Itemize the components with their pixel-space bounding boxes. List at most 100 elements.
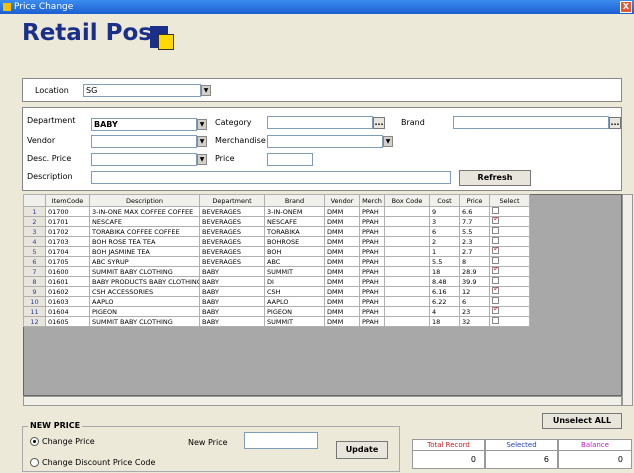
grid-cell-desc[interactable]: SUMMIT BABY CLOTHING <box>89 266 200 277</box>
select-checkbox[interactable] <box>492 287 500 294</box>
grid-cell-dept[interactable]: BEVERAGES <box>199 216 265 227</box>
grid-cell-brand[interactable]: PIGEON <box>264 306 325 317</box>
grid-cell-merch[interactable]: PPAH <box>359 246 385 257</box>
grid-cell-select[interactable] <box>489 276 530 287</box>
grid-cell-desc[interactable]: NESCAFE <box>89 216 200 227</box>
grid-cell-cost[interactable]: 9 <box>429 206 460 217</box>
grid-row[interactable]: 6 01705 ABC SYRUP BEVERAGES ABC DMM PPAH 5.5 8 <box>23 256 530 267</box>
grid-cell-dept[interactable]: BEVERAGES <box>199 256 265 267</box>
select-checkbox[interactable] <box>492 237 499 244</box>
grid-cell-dept[interactable]: BEVERAGES <box>199 206 265 217</box>
grid-cell-select[interactable] <box>489 296 530 307</box>
grid-cell-select[interactable] <box>489 226 530 237</box>
grid-cell-code[interactable]: 01602 <box>45 286 90 297</box>
grid-cell-select[interactable] <box>489 236 530 247</box>
grid-cell-desc[interactable]: TORABIKA COFFEE COFFEE <box>89 226 200 237</box>
grid-cell-vendor[interactable]: DMM <box>324 266 360 277</box>
grid-cell-cost[interactable]: 18 <box>429 266 460 277</box>
grid-cell-price[interactable]: 5.5 <box>459 226 490 237</box>
category-input[interactable] <box>267 116 373 129</box>
vendor-dropdown-icon[interactable]: ▼ <box>197 136 207 147</box>
grid-cell-code[interactable]: 01704 <box>45 246 90 257</box>
location-select[interactable]: SG <box>83 84 201 97</box>
grid-cell-dept[interactable]: BABY <box>199 296 265 307</box>
location-dropdown-icon[interactable]: ▼ <box>201 85 211 96</box>
grid-header-cell[interactable]: Brand <box>264 194 325 207</box>
grid-cell-dept[interactable]: BEVERAGES <box>199 246 265 257</box>
grid-row[interactable]: 2 01701 NESCAFE BEVERAGES NESCAFE DMM PPAH 3 7.7 <box>23 216 530 227</box>
select-checkbox[interactable] <box>492 317 499 324</box>
vendor-select[interactable] <box>91 135 197 148</box>
grid-cell-price[interactable]: 7.7 <box>459 216 490 227</box>
grid-cell-select[interactable] <box>489 256 530 267</box>
grid-cell-price[interactable]: 39.9 <box>459 276 490 287</box>
grid-cell-brand[interactable]: AAPLO <box>264 296 325 307</box>
grid-cell-vendor[interactable]: DMM <box>324 286 360 297</box>
grid-cell-select[interactable] <box>489 286 530 297</box>
grid-cell-brand[interactable]: ABC <box>264 256 325 267</box>
grid-header-cell[interactable]: Box Code <box>384 194 430 207</box>
grid-cell-dept[interactable]: BABY <box>199 276 265 287</box>
grid-cell-price[interactable]: 28.9 <box>459 266 490 277</box>
row-number[interactable]: 3 <box>23 226 46 237</box>
row-number[interactable]: 6 <box>23 256 46 267</box>
grid-cell-vendor[interactable]: DMM <box>324 316 360 327</box>
grid-cell-merch[interactable]: PPAH <box>359 216 385 227</box>
grid-cell-select[interactable] <box>489 246 530 257</box>
grid-cell-dept[interactable]: BABY <box>199 286 265 297</box>
grid-cell-desc[interactable]: 3-IN-ONE MAX COFFEE COFFEE <box>89 206 200 217</box>
grid-cell-vendor[interactable]: DMM <box>324 296 360 307</box>
unselect-all-button[interactable]: Unselect ALL <box>542 413 622 429</box>
grid-cell-merch[interactable]: PPAH <box>359 286 385 297</box>
row-number[interactable]: 9 <box>23 286 46 297</box>
change-discount-radio[interactable] <box>30 458 39 467</box>
description-input[interactable] <box>91 171 451 184</box>
grid-row[interactable]: 7 01600 SUMMIT BABY CLOTHING BABY SUMMIT DMM P… <box>23 266 530 277</box>
grid-cell-merch[interactable]: PPAH <box>359 236 385 247</box>
grid-cell-desc[interactable]: BOH JASMINE TEA <box>89 246 200 257</box>
grid-header-cell[interactable]: ItemCode <box>45 194 90 207</box>
grid-cell-cost[interactable]: 1 <box>429 246 460 257</box>
grid-cell-cost[interactable]: 8.48 <box>429 276 460 287</box>
grid-cell-box[interactable] <box>384 256 430 267</box>
grid-cell-vendor[interactable]: DMM <box>324 256 360 267</box>
grid-row[interactable]: 9 01602 CSH ACCESSORIES BABY CSH DMM PPAH 6.16 1… <box>23 286 530 297</box>
grid-cell-merch[interactable]: PPAH <box>359 256 385 267</box>
grid-cell-box[interactable] <box>384 216 430 227</box>
grid-row[interactable]: 12 01605 SUMMIT BABY CLOTHING BABY SUMMIT DMM… <box>23 316 530 327</box>
grid-cell-select[interactable] <box>489 306 530 317</box>
grid-cell-merch[interactable]: PPAH <box>359 226 385 237</box>
row-number[interactable]: 10 <box>23 296 46 307</box>
grid-cell-code[interactable]: 01702 <box>45 226 90 237</box>
grid-cell-code[interactable]: 01605 <box>45 316 90 327</box>
grid-row[interactable]: 1 01700 3-IN-ONE MAX COFFEE COFFEE BEVERAGE… <box>23 206 530 217</box>
desc-price-select[interactable] <box>91 153 197 166</box>
grid-row[interactable]: 3 01702 TORABIKA COFFEE COFFEE BEVERAGES TOR… <box>23 226 530 237</box>
grid-row[interactable]: 10 01603 AAPLO BABY AAPLO DMM PPAH 6.22 6 <box>23 296 530 307</box>
grid-cell-price[interactable]: 6 <box>459 296 490 307</box>
department-select[interactable]: BABY <box>91 118 197 131</box>
grid-cell-price[interactable]: 6.6 <box>459 206 490 217</box>
select-checkbox[interactable] <box>492 247 500 254</box>
grid-cell-vendor[interactable]: DMM <box>324 206 360 217</box>
grid-cell-dept[interactable]: BEVERAGES <box>199 226 265 237</box>
row-number[interactable]: 4 <box>23 236 46 247</box>
select-checkbox[interactable] <box>492 307 500 314</box>
update-button[interactable]: Update <box>336 441 388 459</box>
grid-cell-select[interactable] <box>489 206 530 217</box>
price-input[interactable] <box>267 153 313 166</box>
grid-cell-brand[interactable]: CSH <box>264 286 325 297</box>
grid-cell-merch[interactable]: PPAH <box>359 206 385 217</box>
grid-cell-code[interactable]: 01705 <box>45 256 90 267</box>
grid-cell-code[interactable]: 01601 <box>45 276 90 287</box>
grid-cell-vendor[interactable]: DMM <box>324 226 360 237</box>
grid-cell-box[interactable] <box>384 266 430 277</box>
grid-cell-merch[interactable]: PPAH <box>359 306 385 317</box>
grid-cell-box[interactable] <box>384 206 430 217</box>
row-number[interactable]: 11 <box>23 306 46 317</box>
grid-cell-price[interactable]: 23 <box>459 306 490 317</box>
row-number[interactable]: 7 <box>23 266 46 277</box>
grid-cell-brand[interactable]: 3-IN-ONEM <box>264 206 325 217</box>
grid-cell-select[interactable] <box>489 216 530 227</box>
grid-cell-price[interactable]: 2.3 <box>459 236 490 247</box>
